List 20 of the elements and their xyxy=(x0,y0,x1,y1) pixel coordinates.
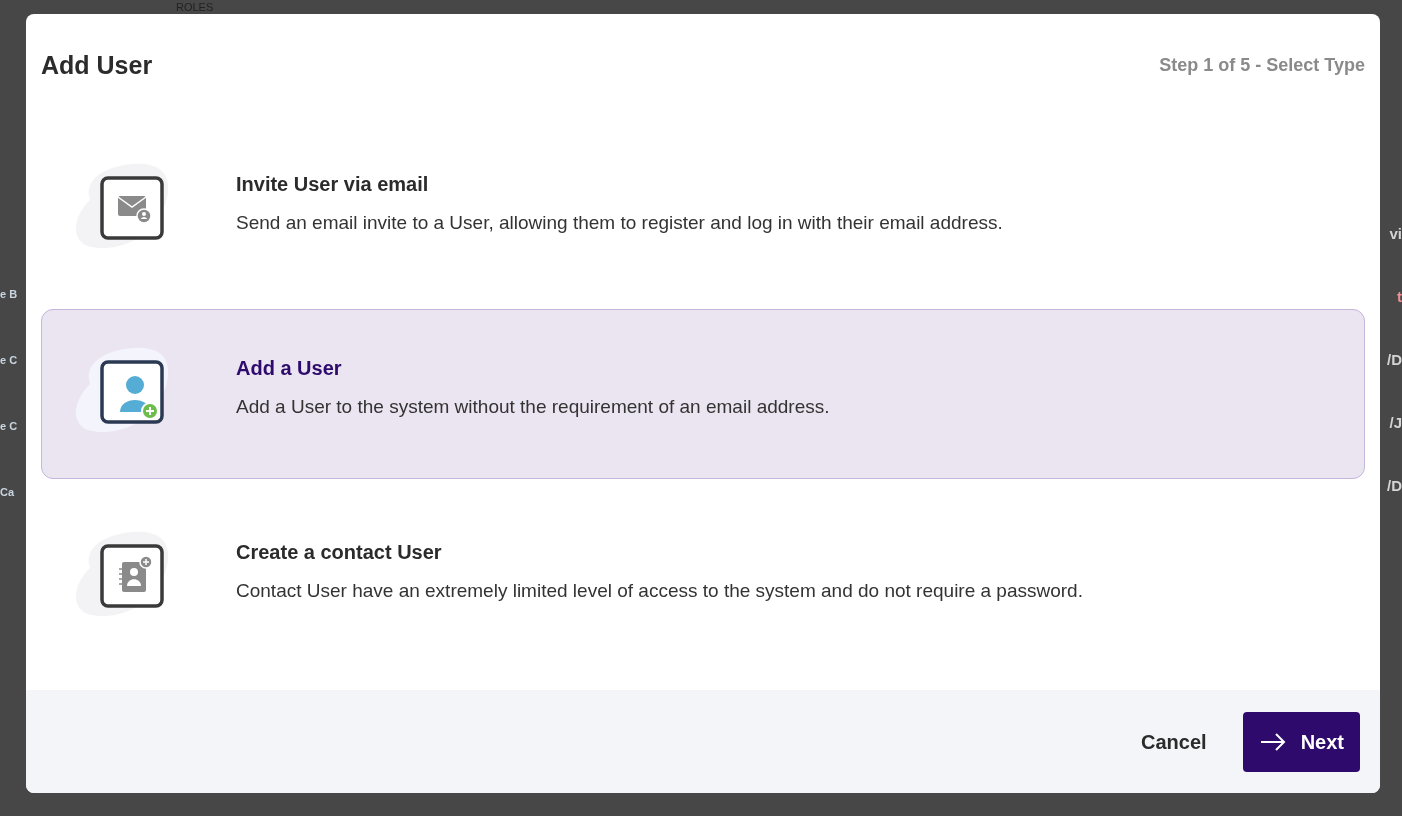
table-cell-text: e B xyxy=(0,287,19,302)
option-description: Contact User have an extremely limited level of access to the system and do not require a password. xyxy=(236,579,1083,604)
table-cell-text: e C xyxy=(0,419,19,434)
table-cell-text: vi xyxy=(1389,224,1402,244)
table-cell-text: Ca xyxy=(0,485,16,500)
option-title: Add a User xyxy=(236,356,343,382)
table-cell-text: /D xyxy=(1387,476,1402,496)
option-title: Invite User via email xyxy=(236,172,430,198)
option-description: Send an email invite to a User, allowing them to register and log in with their email address. xyxy=(236,211,1003,236)
table-cell-text: t xyxy=(1397,287,1402,307)
cancel-button[interactable]: Cancel xyxy=(1141,726,1207,757)
next-button[interactable]: Next xyxy=(1242,711,1360,772)
option-title: Create a contact User xyxy=(236,540,443,566)
table-cell-text: e C xyxy=(0,353,19,368)
table-cell-text: /J xyxy=(1389,413,1402,433)
step-indicator: Step 1 of 5 - Select Type xyxy=(1159,54,1365,78)
option-card[interactable]: Add a User Add a User to the system without the requirement of an email address. xyxy=(41,308,1365,479)
table-cell-text: /D xyxy=(1387,350,1402,370)
option-description: Add a User to the system without the requirement of an email address. xyxy=(236,395,830,420)
dialog-title: Add User xyxy=(41,50,153,81)
